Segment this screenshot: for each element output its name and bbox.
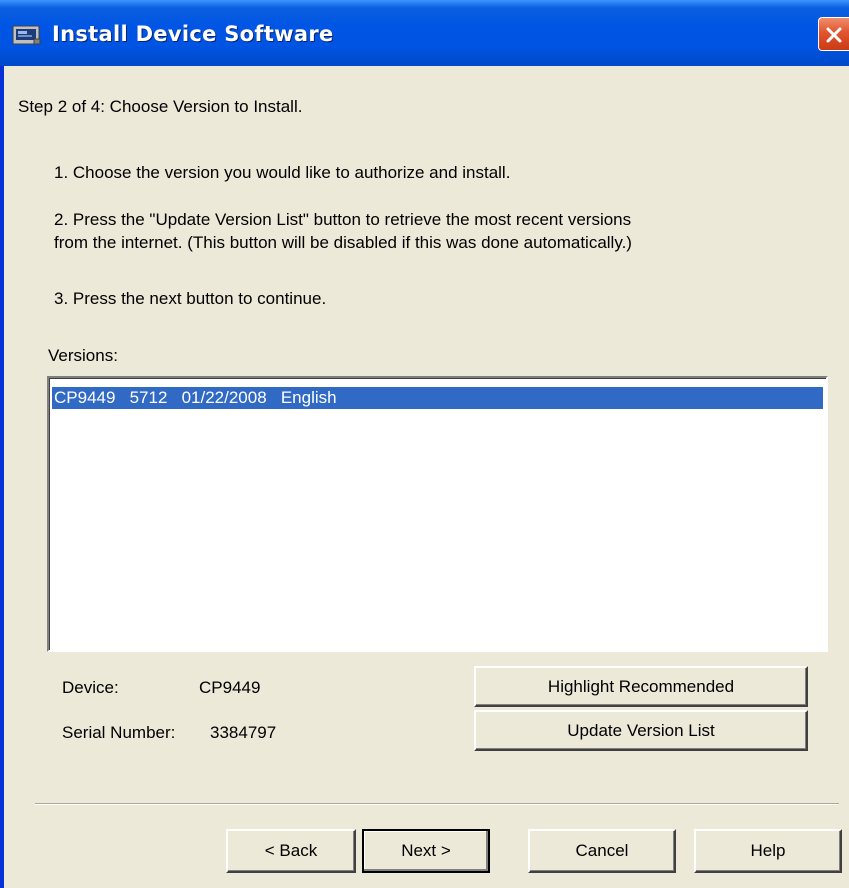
step-heading: Step 2 of 4: Choose Version to Install. bbox=[18, 97, 303, 116]
close-button[interactable] bbox=[818, 17, 849, 51]
install-device-software-dialog: Install Device Software Step 2 of 4: Cho… bbox=[0, 0, 849, 888]
window-frame-left bbox=[0, 66, 4, 888]
versions-listbox[interactable]: CP9449 5712 01/22/2008 English bbox=[47, 376, 828, 652]
window-title: Install Device Software bbox=[52, 22, 334, 46]
install-software-icon bbox=[12, 24, 42, 46]
footer-separator bbox=[35, 803, 839, 805]
serial-number-value: 3384797 bbox=[210, 723, 277, 742]
instruction-2-line-2: from the internet. (This button will be … bbox=[54, 233, 632, 252]
next-button[interactable]: Next > bbox=[362, 829, 490, 873]
versions-label: Versions: bbox=[48, 346, 118, 365]
device-label: Device: bbox=[62, 678, 119, 697]
device-value: CP9449 bbox=[199, 678, 261, 697]
back-button[interactable]: < Back bbox=[226, 829, 356, 873]
highlight-recommended-button[interactable]: Highlight Recommended bbox=[474, 666, 808, 707]
update-version-list-button[interactable]: Update Version List bbox=[474, 710, 808, 751]
instruction-1: 1. Choose the version you would like to … bbox=[54, 163, 511, 182]
close-icon bbox=[826, 27, 842, 43]
instruction-2-line-1: 2. Press the "Update Version List" butto… bbox=[54, 210, 632, 229]
version-list-item[interactable]: CP9449 5712 01/22/2008 English bbox=[52, 387, 823, 409]
help-button[interactable]: Help bbox=[694, 829, 842, 873]
serial-number-label: Serial Number: bbox=[62, 723, 176, 742]
title-bar[interactable]: Install Device Software bbox=[0, 0, 849, 66]
cancel-button[interactable]: Cancel bbox=[528, 829, 676, 873]
instruction-3: 3. Press the next button to continue. bbox=[54, 289, 327, 308]
